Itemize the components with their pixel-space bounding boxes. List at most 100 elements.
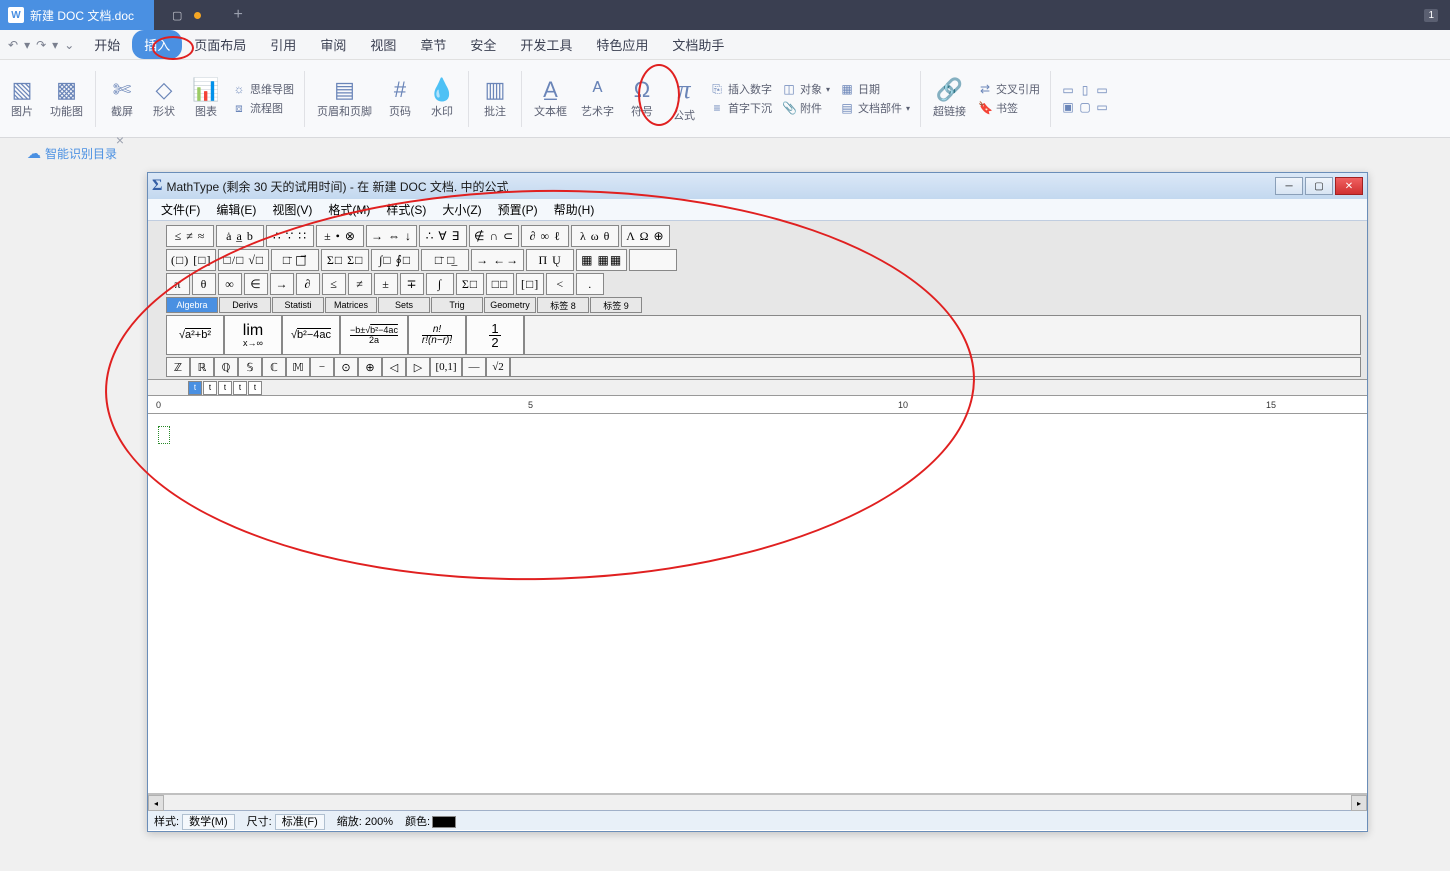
palette-misc[interactable]: ∂ ∞ ℓ (521, 225, 569, 247)
palette-operators[interactable]: ± • ⊗ (316, 225, 364, 247)
sym-dot[interactable]: . (576, 273, 604, 295)
tmpl-empty[interactable] (524, 315, 1361, 355)
menu-view[interactable]: 视图(V) (265, 199, 319, 220)
equation-canvas[interactable] (148, 414, 1367, 794)
tab-start[interactable]: 开始 (82, 30, 132, 59)
sym-pi[interactable]: π (166, 273, 190, 295)
tab-view[interactable]: 视图 (358, 30, 408, 59)
insert-hyperlink[interactable]: 🔗超链接 (927, 77, 972, 121)
sym-integral[interactable]: ∫ (426, 273, 454, 295)
new-tab-button[interactable]: + (219, 6, 256, 24)
scroll-right[interactable]: ▸ (1351, 795, 1367, 811)
sym-oplus[interactable]: ⊕ (358, 357, 382, 377)
insert-flowchart[interactable]: ⧈流程图 (232, 100, 294, 116)
tab-device-icon[interactable]: ▢ (172, 9, 182, 22)
insert-chart[interactable]: 📊图表 (186, 77, 226, 121)
qat-more[interactable]: ⌄ (64, 38, 74, 52)
tab-chapter[interactable]: 章节 (408, 30, 458, 59)
menu-format[interactable]: 格式(M) (321, 199, 377, 220)
palette-sums[interactable]: Σ□ Σ□ (321, 249, 369, 271)
close-button[interactable]: ✕ (1335, 177, 1363, 195)
tmpl-limit[interactable]: limx→∞ (224, 315, 282, 355)
palette-sets[interactable]: ∉ ∩ ⊂ (469, 225, 519, 247)
tmpl-sqrt-a2b2[interactable]: √a²+b² (166, 315, 224, 355)
maximize-button[interactable]: ▢ (1305, 177, 1333, 195)
tab-developer[interactable]: 开发工具 (508, 30, 584, 59)
sym-infty[interactable]: ∞ (218, 273, 242, 295)
sym-R[interactable]: ℝ (190, 357, 214, 377)
palette-logic[interactable]: ∴ ∀ ∃ (419, 225, 467, 247)
sym-in[interactable]: ∈ (244, 273, 268, 295)
view-icon6[interactable]: ▭ (1095, 100, 1109, 114)
sym-C[interactable]: ℂ (262, 357, 286, 377)
align-tab-1[interactable]: t (188, 381, 202, 395)
palette-bars[interactable]: □̄ □̲ (421, 249, 469, 271)
insert-crossref[interactable]: ⇄交叉引用 (978, 81, 1040, 97)
palette-matrices[interactable]: ▦ ▦▦ (576, 249, 627, 271)
view-icon1[interactable]: ▭ (1061, 83, 1075, 97)
view-icon4[interactable]: ▣ (1061, 100, 1075, 114)
sym-angle[interactable]: < (546, 273, 574, 295)
sym-subscript[interactable]: □□ (486, 273, 514, 295)
align-tab-2[interactable]: t (203, 381, 217, 395)
sym-sqrt2[interactable]: √2 (486, 357, 510, 377)
insert-object[interactable]: ◫对象▾ (782, 81, 830, 97)
palette-greek-upper[interactable]: Λ Ω ⊕ (621, 225, 669, 247)
insert-date[interactable]: ▦日期 (840, 81, 910, 97)
sym-odot[interactable]: ⊙ (334, 357, 358, 377)
insert-shapes[interactable]: ◇形状 (144, 77, 184, 121)
tab-docassist[interactable]: 文档助手 (660, 30, 736, 59)
sym-to[interactable]: → (270, 273, 294, 295)
hscrollbar[interactable]: ◂ ▸ (148, 794, 1367, 810)
view-icon5[interactable]: ▢ (1078, 100, 1092, 114)
palette-greek-lower[interactable]: λ ω θ (571, 225, 619, 247)
insert-dropcap[interactable]: ≡首字下沉 (710, 100, 772, 116)
tab-review[interactable]: 审阅 (308, 30, 358, 59)
cat-matrices[interactable]: Matrices (325, 297, 377, 313)
tab-security[interactable]: 安全 (458, 30, 508, 59)
sym-pm[interactable]: ± (374, 273, 398, 295)
insert-bookmark[interactable]: 🔖书签 (978, 100, 1040, 116)
cat-tab8[interactable]: 标签 8 (537, 297, 589, 313)
insert-header-footer[interactable]: ▤页眉和页脚 (311, 77, 378, 121)
sym-tri-right[interactable]: ▷ (406, 357, 430, 377)
insert-page-number[interactable]: #页码 (380, 77, 420, 121)
align-tab-4[interactable]: t (233, 381, 247, 395)
tab-page-layout[interactable]: 页面布局 (182, 30, 258, 59)
sym-M[interactable]: 𝕄 (286, 357, 310, 377)
redo-button[interactable]: ↷ (36, 38, 46, 52)
menu-help[interactable]: 帮助(H) (547, 199, 602, 220)
sym-interval[interactable]: [0,1] (430, 357, 462, 377)
sym-empty-row[interactable] (510, 357, 1361, 377)
scroll-left[interactable]: ◂ (148, 795, 164, 811)
cat-algebra[interactable]: Algebra (166, 297, 218, 313)
align-tab-3[interactable]: t (218, 381, 232, 395)
palette-arrows[interactable]: → ⇔ ↓ (366, 225, 417, 247)
notif-badge[interactable]: 1 (1424, 9, 1438, 22)
smart-toc-label[interactable]: 智能识别目录 (45, 145, 117, 162)
undo-dropdown[interactable]: ▾ (24, 38, 30, 52)
tab-insert[interactable]: 插入 (132, 30, 182, 59)
palette-relational[interactable]: ≤ ≠ ≈ (166, 225, 214, 247)
tab-references[interactable]: 引用 (258, 30, 308, 59)
insert-screenshot[interactable]: ✄截屏 (102, 77, 142, 121)
cat-sets[interactable]: Sets (378, 297, 430, 313)
sym-partial[interactable]: ∂ (296, 273, 320, 295)
sym-minus[interactable]: − (310, 357, 334, 377)
insert-textbox[interactable]: A̲文本框 (528, 77, 573, 121)
palette-blank[interactable] (629, 249, 677, 271)
panel-close[interactable]: × (116, 132, 124, 148)
mathtype-titlebar[interactable]: Σ MathType (剩余 30 天的试用时间) - 在 新建 DOC 文档.… (148, 173, 1367, 199)
view-icon3[interactable]: ▭ (1095, 83, 1109, 97)
tmpl-combination[interactable]: n!r!(n−r)! (408, 315, 466, 355)
sym-S[interactable]: 𝕊 (238, 357, 262, 377)
insert-picture[interactable]: ▧图片 (2, 77, 42, 121)
insert-number[interactable]: ⎘插入数字 (710, 81, 772, 97)
insert-symbol[interactable]: Ω符号 (622, 77, 662, 121)
palette-fractions[interactable]: □/□ √□ (218, 249, 269, 271)
sym-Z[interactable]: ℤ (166, 357, 190, 377)
scroll-track[interactable] (164, 795, 1351, 810)
minimize-button[interactable]: ─ (1275, 177, 1303, 195)
tab-special[interactable]: 特色应用 (584, 30, 660, 59)
cat-geometry[interactable]: Geometry (484, 297, 536, 313)
